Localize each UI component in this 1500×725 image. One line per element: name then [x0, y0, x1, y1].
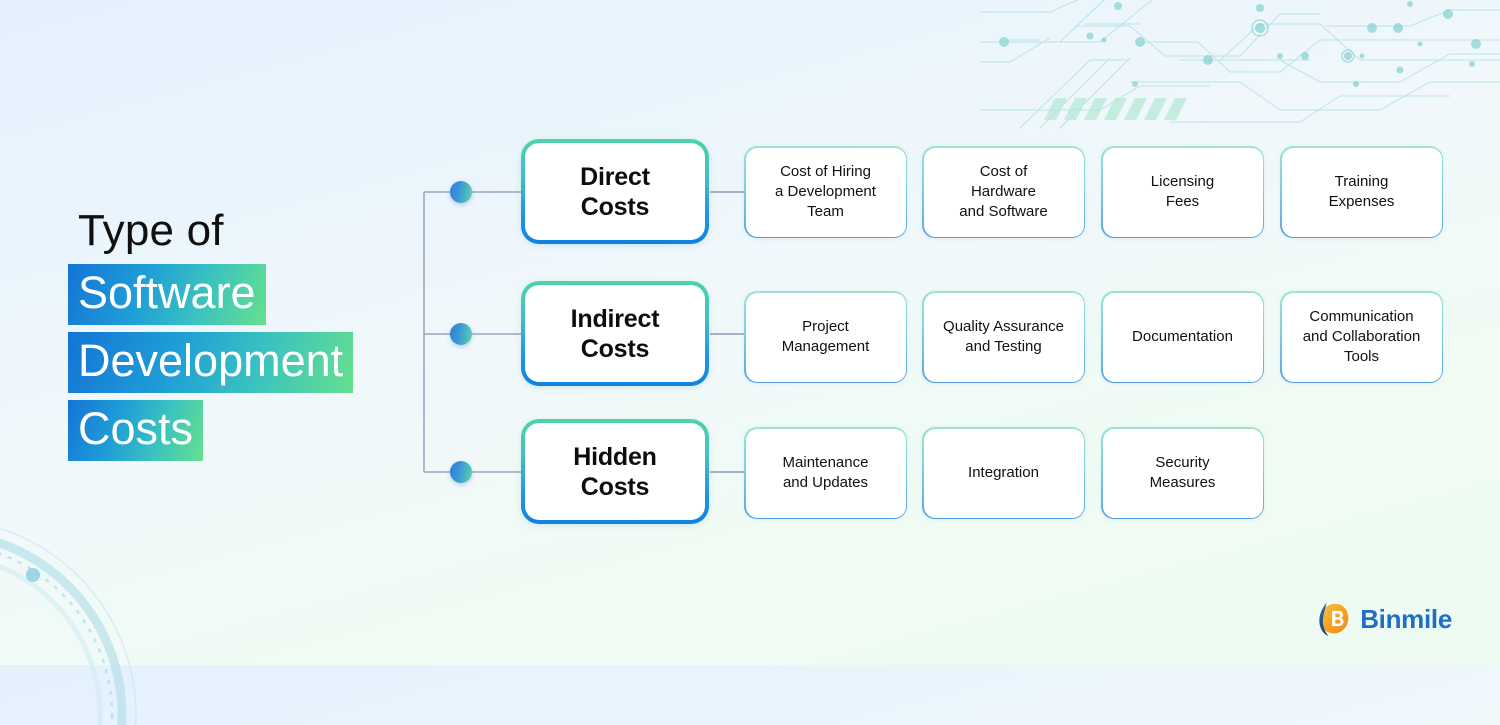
binmile-logo[interactable]: Binmile	[1315, 601, 1452, 637]
main-node-indirect-costs[interactable]: Indirect Costs	[521, 281, 709, 386]
label-line-1: Hidden	[573, 442, 657, 471]
sub-node-security-measures-inner: Security Measures	[1102, 428, 1263, 518]
main-node-hidden-costs[interactable]: Hidden Costs	[521, 419, 709, 524]
sub-node-project-management-label: Project Management	[781, 318, 870, 355]
main-node-indirect-costs-inner: Indirect Costs	[525, 285, 705, 382]
sub-node-communication-tools[interactable]: Communication and Collaboration Tools	[1280, 291, 1443, 383]
main-node-direct-costs[interactable]: Direct Costs	[521, 139, 709, 244]
sub-node-training-expenses[interactable]: Training Expenses	[1280, 146, 1443, 238]
sub-node-cost-of-hardware-label: Cost of Hardware and Software	[959, 163, 1048, 220]
sub-node-security-measures[interactable]: Security Measures	[1101, 427, 1264, 519]
binmile-logo-text: Binmile	[1360, 603, 1452, 634]
sub-node-security-measures-label: Security Measures	[1149, 454, 1216, 491]
sub-node-maintenance-updates-inner: Maintenance and Updates	[745, 428, 906, 518]
branch-dot-hidden-costs	[450, 461, 472, 483]
main-node-direct-costs-inner: Direct Costs	[525, 143, 705, 240]
sub-node-cost-of-hiring-label: Cost of Hiring a Development Team	[775, 163, 876, 220]
sub-node-communication-tools-inner: Communication and Collaboration Tools	[1281, 292, 1442, 382]
sub-node-cost-of-hiring-inner: Cost of Hiring a Development Team	[745, 147, 906, 237]
sub-node-quality-assurance[interactable]: Quality Assurance and Testing	[922, 291, 1085, 383]
sub-node-maintenance-updates[interactable]: Maintenance and Updates	[744, 427, 907, 519]
sub-node-training-expenses-inner: Training Expenses	[1281, 147, 1442, 237]
binmile-logo-mark	[1319, 602, 1349, 637]
main-node-hidden-costs-inner: Hidden Costs	[525, 423, 705, 520]
sub-node-licensing-fees-label: Licensing Fees	[1150, 173, 1215, 210]
sub-node-quality-assurance-label: Quality Assurance and Testing	[943, 318, 1064, 355]
branch-dot-direct-costs	[450, 181, 472, 203]
main-node-hidden-costs-label: Hidden Costs	[573, 442, 657, 502]
sub-node-cost-of-hardware[interactable]: Cost of Hardware and Software	[922, 146, 1085, 238]
sub-node-cost-of-hiring[interactable]: Cost of Hiring a Development Team	[744, 146, 907, 238]
sub-node-project-management-inner: Project Management	[745, 292, 906, 382]
sub-node-communication-tools-label: Communication and Collaboration Tools	[1302, 308, 1421, 365]
sub-node-maintenance-updates-label: Maintenance and Updates	[782, 454, 869, 491]
sub-node-documentation-label: Documentation	[1132, 328, 1233, 346]
sub-node-training-expenses-label: Training Expenses	[1328, 173, 1395, 210]
sub-node-licensing-fees[interactable]: Licensing Fees	[1101, 146, 1264, 238]
sub-node-licensing-fees-inner: Licensing Fees	[1102, 147, 1263, 237]
sub-node-cost-of-hardware-inner: Cost of Hardware and Software	[923, 147, 1084, 237]
sub-node-project-management[interactable]: Project Management	[744, 291, 907, 383]
sub-node-integration[interactable]: Integration	[922, 427, 1085, 519]
sub-node-quality-assurance-inner: Quality Assurance and Testing	[923, 292, 1084, 382]
branch-dot-indirect-costs	[450, 323, 472, 345]
sub-node-documentation-inner: Documentation	[1102, 292, 1263, 382]
label-line-1: Indirect	[570, 304, 660, 333]
label-line-2: Costs	[580, 472, 650, 501]
cost-breakdown-diagram: Direct Costs Cost of Hiring a Development…	[0, 0, 1500, 665]
sub-node-integration-label: Integration	[968, 464, 1039, 482]
label-line-1: Direct	[580, 162, 650, 191]
label-line-2: Costs	[580, 192, 650, 221]
main-node-indirect-costs-label: Indirect Costs	[571, 304, 660, 364]
label-line-2: Costs	[580, 334, 650, 363]
main-node-direct-costs-label: Direct Costs	[580, 162, 650, 222]
sub-node-integration-inner: Integration	[923, 428, 1084, 518]
sub-node-documentation[interactable]: Documentation	[1101, 291, 1264, 383]
